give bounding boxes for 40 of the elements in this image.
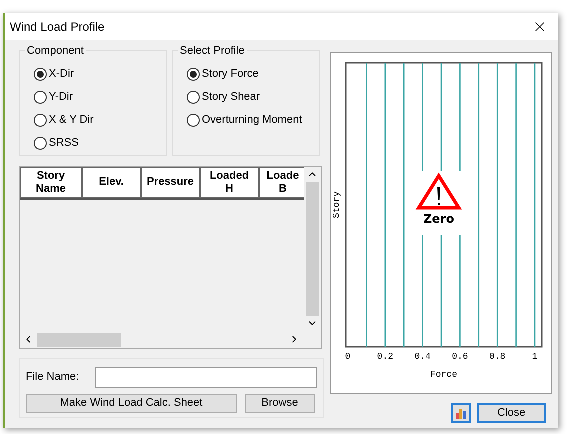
radio-label[interactable]: SRSS [49, 135, 79, 152]
tick-label: 0 [345, 352, 351, 362]
warning-text: Zero [424, 212, 454, 226]
radio-button[interactable] [34, 91, 47, 104]
column-header[interactable]: Pressure [141, 167, 200, 198]
scrollbar-thumb[interactable] [37, 332, 121, 346]
radio-button[interactable] [187, 91, 200, 104]
field-label: File Name: [26, 370, 80, 386]
bar-chart-icon [455, 407, 467, 419]
close-button[interactable]: Close [477, 403, 546, 423]
file-name-field[interactable] [95, 367, 317, 388]
tick-label: 0.6 [452, 352, 468, 362]
radio-button[interactable] [187, 114, 200, 127]
column-header[interactable]: Loade B [259, 167, 304, 198]
radio-button[interactable] [34, 137, 47, 150]
column-header[interactable]: Elev. [82, 167, 141, 198]
tick-label: 1 [532, 352, 538, 362]
scrollbar-thumb[interactable] [306, 182, 319, 316]
radio-button[interactable] [34, 114, 47, 127]
make-sheet-button[interactable]: Make Wind Load Calc. Sheet [26, 394, 237, 413]
axis-title: Force [430, 370, 458, 380]
browse-button[interactable]: Browse [245, 394, 315, 413]
tick-label: 0.4 [414, 352, 431, 362]
chart-button[interactable] [451, 403, 471, 423]
radio-label[interactable]: Story Force [202, 66, 259, 83]
radio-label[interactable]: X-Dir [49, 66, 74, 83]
tick-label: 0.2 [377, 352, 394, 362]
tick-label: 0.8 [490, 352, 506, 362]
radio-label[interactable]: Story Shear [202, 89, 260, 106]
axis-title: Story [332, 192, 342, 218]
radio-button[interactable] [34, 68, 47, 81]
radio-button[interactable] [187, 68, 200, 81]
window-title: Wind Load Profile [10, 18, 105, 36]
group-title: Component [25, 43, 86, 60]
warning-icon [416, 172, 462, 210]
radio-label[interactable]: Overturning Moment [202, 112, 302, 129]
radio-label[interactable]: Y-Dir [49, 89, 74, 106]
column-header[interactable]: Story Name [20, 167, 82, 198]
radio-label[interactable]: X & Y Dir [49, 112, 94, 129]
column-header[interactable]: Loaded H [200, 167, 259, 198]
